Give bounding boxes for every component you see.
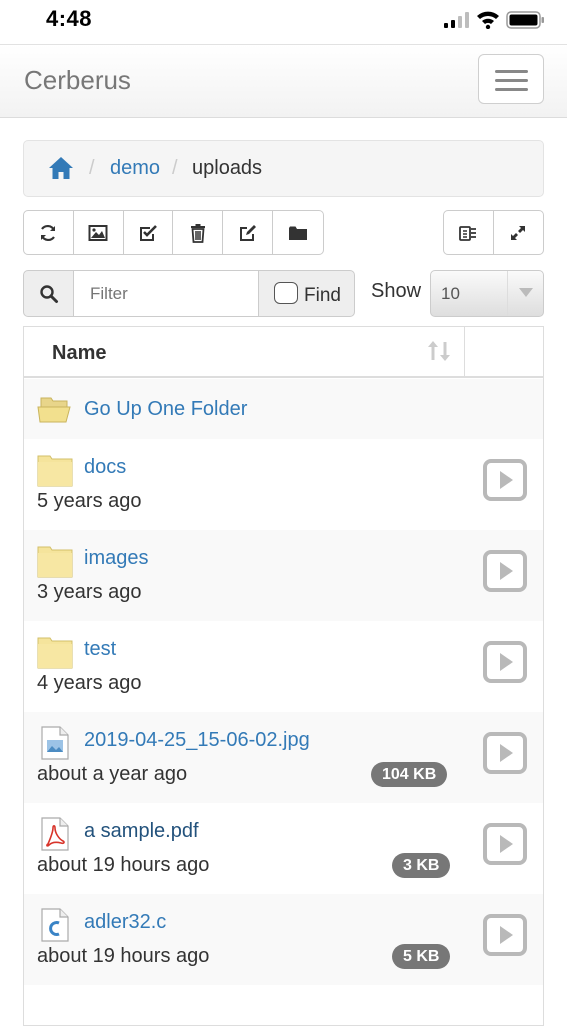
breadcrumb-item-demo[interactable]: demo bbox=[110, 157, 160, 180]
expand-icon bbox=[511, 225, 526, 240]
image-icon bbox=[88, 224, 108, 241]
file-name-link[interactable]: test bbox=[84, 638, 116, 661]
folder-icon bbox=[37, 637, 73, 669]
breadcrumb-separator: / bbox=[172, 157, 178, 179]
gallery-button[interactable] bbox=[74, 211, 124, 254]
pdf-file-icon bbox=[41, 817, 69, 851]
file-size-badge: 104 KB bbox=[371, 762, 448, 787]
folder-icon bbox=[37, 455, 73, 487]
breadcrumb: / demo / uploads bbox=[23, 140, 544, 197]
check-square-icon bbox=[140, 224, 157, 241]
rename-button[interactable] bbox=[223, 211, 274, 254]
app-brand[interactable]: Cerberus bbox=[24, 65, 131, 96]
filter-input[interactable] bbox=[73, 270, 259, 317]
view-toolbar bbox=[443, 210, 544, 255]
file-age: 4 years ago bbox=[37, 672, 142, 694]
status-bar: 4:48 bbox=[0, 0, 567, 44]
table-row[interactable]: images 3 years ago bbox=[24, 530, 543, 621]
go-up-row[interactable]: Go Up One Folder bbox=[24, 379, 543, 439]
search-addon bbox=[23, 270, 74, 317]
play-icon[interactable] bbox=[483, 823, 527, 865]
trash-icon bbox=[190, 223, 205, 243]
c-source-file-icon bbox=[41, 908, 69, 942]
breadcrumb-item-uploads: uploads bbox=[192, 157, 263, 179]
select-button[interactable] bbox=[124, 211, 174, 254]
table-header: Name bbox=[24, 327, 543, 378]
file-name-link[interactable]: images bbox=[84, 547, 148, 570]
go-up-link[interactable]: Go Up One Folder bbox=[84, 398, 247, 421]
status-time: 4:48 bbox=[46, 6, 93, 31]
file-name-link[interactable]: adler32.c bbox=[84, 911, 166, 934]
open-folder-icon bbox=[37, 397, 71, 423]
play-icon[interactable] bbox=[483, 914, 527, 956]
edit-icon bbox=[239, 224, 256, 241]
table-row[interactable]: 2019-04-25_15-06-02.jpg about a year ago… bbox=[24, 712, 543, 803]
file-size-badge: 3 KB bbox=[392, 853, 451, 878]
page-size-value: 10 bbox=[441, 284, 460, 303]
breadcrumb-separator: / bbox=[89, 157, 95, 179]
file-table: Name Go Up One Folder docs 5 years ago i… bbox=[23, 326, 544, 1026]
table-row[interactable]: test 4 years ago bbox=[24, 621, 543, 712]
hamburger-bar bbox=[495, 79, 528, 82]
file-toolbar bbox=[23, 210, 324, 255]
hamburger-icon bbox=[495, 70, 528, 73]
file-name-link[interactable]: 2019-04-25_15-06-02.jpg bbox=[84, 729, 310, 752]
file-name-link[interactable]: docs bbox=[84, 456, 126, 479]
find-checkbox[interactable] bbox=[274, 282, 298, 304]
sort-icon[interactable] bbox=[426, 338, 452, 364]
table-row[interactable]: docs 5 years ago bbox=[24, 439, 543, 530]
name-column-header[interactable]: Name bbox=[52, 342, 106, 365]
search-icon bbox=[39, 284, 58, 303]
table-row[interactable]: a sample.pdf about 19 hours ago 3 KB bbox=[24, 803, 543, 894]
table-row[interactable]: adler32.c about 19 hours ago 5 KB bbox=[24, 894, 543, 985]
play-icon[interactable] bbox=[483, 732, 527, 774]
menu-toggle-button[interactable] bbox=[478, 54, 544, 104]
home-icon[interactable] bbox=[48, 156, 74, 180]
play-icon[interactable] bbox=[483, 550, 527, 592]
file-name-link[interactable]: a sample.pdf bbox=[84, 820, 199, 843]
find-button[interactable]: Find bbox=[258, 270, 355, 317]
hamburger-bar bbox=[495, 88, 528, 91]
page-size-select[interactable]: 10 bbox=[430, 270, 544, 317]
navbar: Cerberus bbox=[0, 44, 567, 118]
show-label: Show bbox=[371, 280, 422, 302]
delete-button[interactable] bbox=[173, 211, 224, 254]
file-type-filter-button[interactable] bbox=[444, 211, 494, 254]
find-label: Find bbox=[304, 285, 341, 306]
cellular-signal-icon bbox=[444, 12, 469, 28]
file-age: 3 years ago bbox=[37, 581, 142, 603]
refresh-icon bbox=[41, 224, 56, 241]
fullscreen-button[interactable] bbox=[494, 211, 544, 254]
file-age: about a year ago bbox=[37, 763, 188, 785]
file-size-badge: 5 KB bbox=[392, 944, 451, 969]
play-icon[interactable] bbox=[483, 459, 527, 501]
new-folder-button[interactable] bbox=[273, 211, 323, 254]
file-age: about 19 hours ago bbox=[37, 854, 210, 876]
folder-icon bbox=[37, 546, 73, 578]
folder-icon bbox=[289, 226, 308, 240]
chevron-down-icon bbox=[519, 288, 533, 297]
battery-icon bbox=[506, 11, 544, 29]
header-divider bbox=[464, 327, 465, 376]
page-size-dropdown bbox=[507, 271, 543, 316]
file-types-icon bbox=[459, 225, 477, 241]
play-icon[interactable] bbox=[483, 641, 527, 683]
file-age: about 19 hours ago bbox=[37, 945, 210, 967]
wifi-icon bbox=[477, 11, 499, 29]
file-age: 5 years ago bbox=[37, 490, 142, 512]
image-file-icon bbox=[41, 726, 69, 760]
refresh-button[interactable] bbox=[24, 211, 74, 254]
